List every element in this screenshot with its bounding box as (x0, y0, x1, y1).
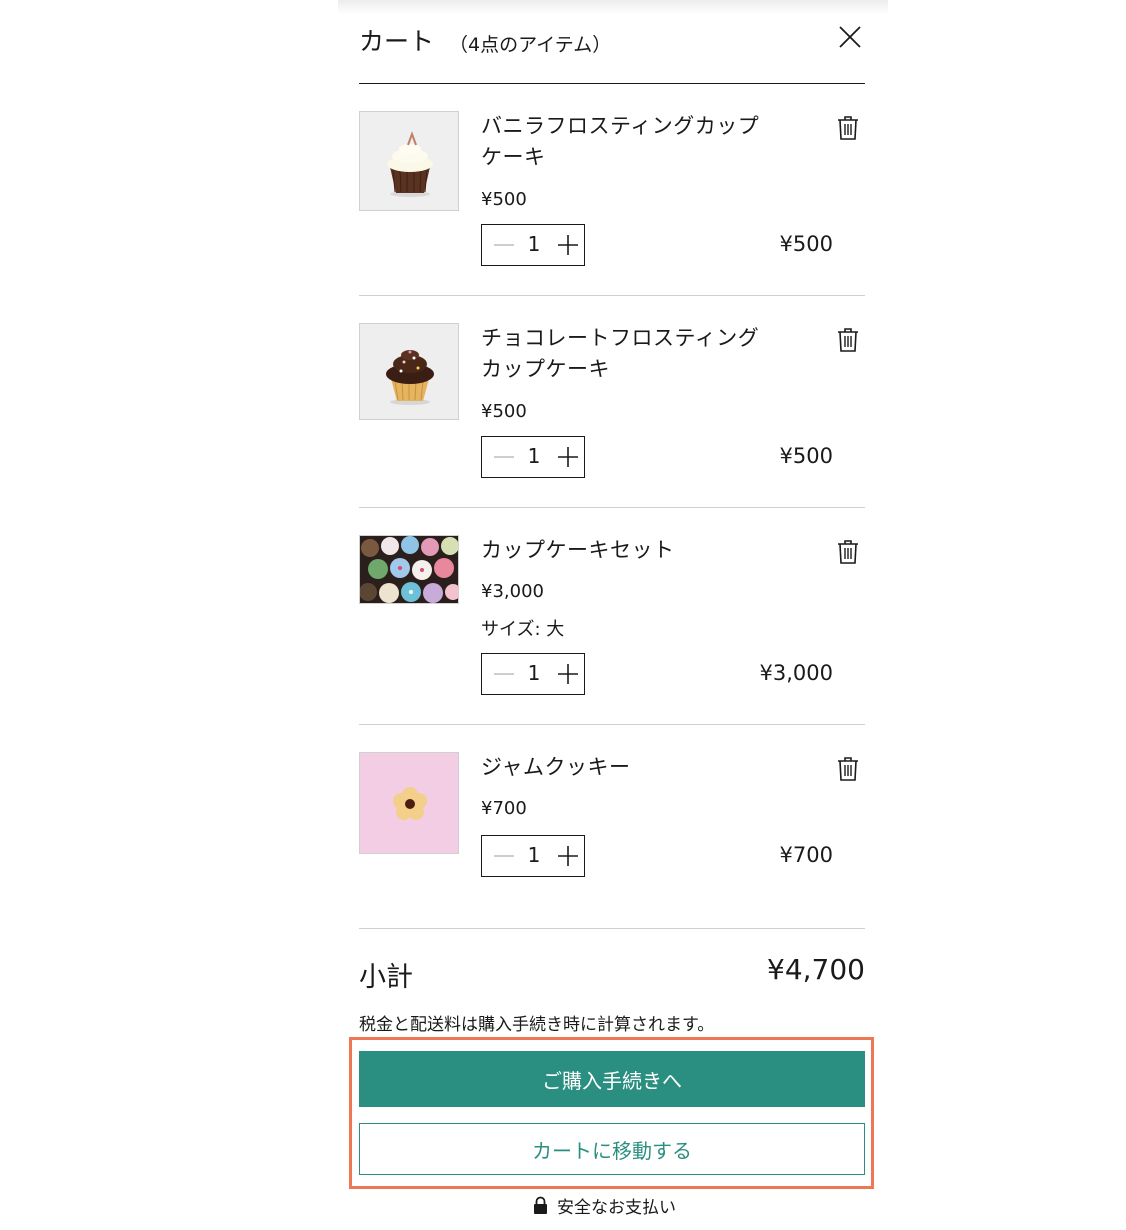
jam-cookie-image[interactable] (359, 752, 459, 854)
plus-icon[interactable] (552, 229, 582, 261)
quantity-value[interactable]: 1 (522, 232, 546, 256)
minus-icon[interactable] (488, 441, 518, 473)
item-line-total: ¥500 (779, 444, 833, 468)
tax-note: 税金と配送料は購入手続き時に計算されます。 (359, 1015, 715, 1035)
quantity-stepper: 1 (481, 436, 585, 478)
item-line-total: ¥700 (779, 843, 833, 867)
item-unit-price: ¥700 (481, 798, 527, 819)
item-divider (359, 724, 865, 725)
item-name[interactable]: バニラフロスティングカップケーキ (481, 111, 771, 173)
item-option: サイズ: 大 (481, 619, 565, 640)
item-unit-price: ¥3,000 (481, 581, 544, 602)
trash-icon[interactable] (837, 756, 859, 782)
trash-icon[interactable] (837, 327, 859, 353)
lock-icon (534, 1196, 547, 1214)
cart-item: チョコレートフロスティングカップケーキ ¥500 1 ¥500 (359, 323, 865, 483)
quantity-value[interactable]: 1 (522, 661, 546, 685)
cart-item: ジャムクッキー ¥700 1 ¥700 (359, 752, 865, 892)
quantity-stepper: 1 (481, 835, 585, 877)
quantity-stepper: 1 (481, 653, 585, 695)
item-line-total: ¥500 (779, 232, 833, 256)
header-divider (359, 83, 865, 84)
cart-title: カート (359, 27, 435, 56)
cupcake-set-image[interactable] (359, 535, 459, 604)
item-unit-price: ¥500 (481, 189, 527, 210)
item-name[interactable]: ジャムクッキー (481, 752, 771, 783)
item-divider (359, 507, 865, 508)
quantity-value[interactable]: 1 (522, 444, 546, 468)
minus-icon[interactable] (488, 840, 518, 872)
summary-divider (359, 928, 865, 929)
subtotal-label: 小計 (359, 962, 413, 993)
highlight-box (349, 1037, 874, 1189)
item-divider (359, 295, 865, 296)
chocolate-cupcake-image[interactable] (359, 323, 459, 420)
cart-item-count: （4点のアイテム） (449, 34, 612, 56)
close-icon[interactable] (837, 24, 863, 50)
cart-item: バニラフロスティングカップケーキ ¥500 1 ¥500 (359, 111, 865, 271)
minus-icon[interactable] (488, 229, 518, 261)
trash-icon[interactable] (837, 539, 859, 565)
quantity-value[interactable]: 1 (522, 843, 546, 867)
item-line-total: ¥3,000 (759, 661, 833, 685)
plus-icon[interactable] (552, 441, 582, 473)
item-name[interactable]: カップケーキセット (481, 535, 771, 566)
trash-icon[interactable] (837, 115, 859, 141)
plus-icon[interactable] (552, 840, 582, 872)
quantity-stepper: 1 (481, 224, 585, 266)
cart-item: カップケーキセット ¥3,000 サイズ: 大 1 ¥3,000 (359, 535, 865, 700)
secure-payment: 安全なお支払い (533, 1193, 676, 1218)
item-unit-price: ¥500 (481, 401, 527, 422)
secure-payment-label: 安全なお支払い (557, 1197, 676, 1218)
vanilla-cupcake-image[interactable] (359, 111, 459, 211)
item-name[interactable]: チョコレートフロスティングカップケーキ (481, 323, 771, 385)
plus-icon[interactable] (552, 658, 582, 690)
subtotal-value: ¥4,700 (767, 953, 865, 986)
cart-header: カート （4点のアイテム） (359, 18, 865, 58)
minus-icon[interactable] (488, 658, 518, 690)
